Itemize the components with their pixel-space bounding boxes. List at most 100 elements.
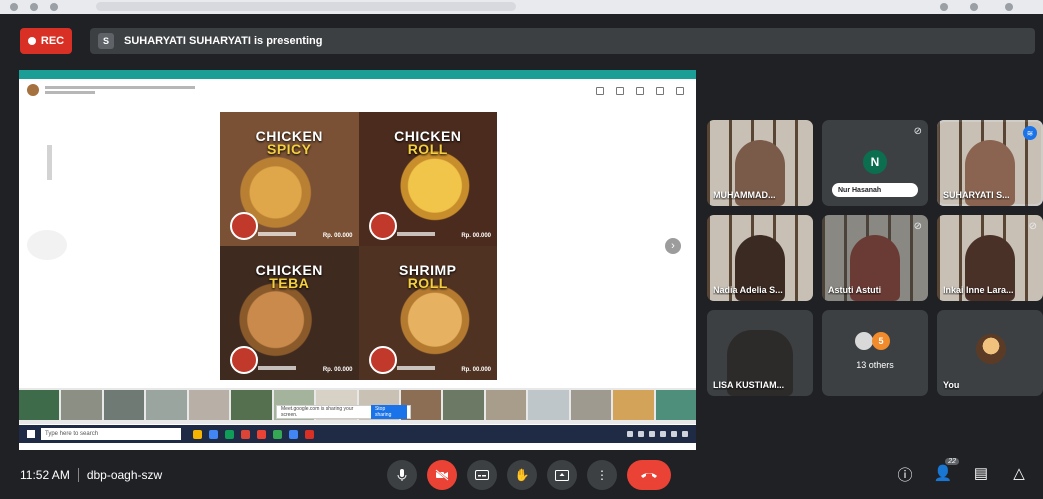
- taskbar-apps: [193, 429, 314, 439]
- blurred-element: [27, 230, 67, 260]
- brand-badge-icon: [230, 212, 258, 240]
- meeting-top-bar: REC S SUHARYATI SUHARYATI is presenting: [0, 20, 1043, 62]
- thumbnail[interactable]: [528, 390, 569, 420]
- thumbnail[interactable]: [570, 390, 612, 420]
- app-icon[interactable]: [305, 429, 314, 439]
- sender-info: [45, 84, 195, 96]
- menu-item-subtitle: ROLL: [407, 275, 448, 291]
- file-explorer-icon[interactable]: [193, 429, 202, 439]
- notification-icon[interactable]: [682, 431, 688, 437]
- participant-name: MUHAMMAD...: [713, 190, 776, 200]
- viewer-toolbar: [596, 87, 684, 95]
- presenting-text: SUHARYATI SUHARYATI is presenting: [124, 35, 323, 47]
- app-icon[interactable]: [289, 429, 298, 439]
- store-icon[interactable]: [225, 429, 234, 439]
- chrome-icon[interactable]: [257, 429, 266, 439]
- browser-reload-icon[interactable]: [50, 3, 58, 11]
- call-controls: ✋ ⋮: [387, 460, 671, 490]
- activities-icon[interactable]: △: [1009, 464, 1029, 485]
- network-icon[interactable]: [638, 431, 644, 437]
- microphone-icon[interactable]: [387, 460, 417, 490]
- star-icon[interactable]: [616, 87, 624, 95]
- thumbnail[interactable]: [613, 390, 654, 420]
- participant-tile[interactable]: Nadia Adelia S...: [707, 215, 813, 301]
- participant-name: Nur Hasanah: [832, 183, 918, 197]
- volume-icon[interactable]: [649, 431, 655, 437]
- browser-top-strip: [0, 0, 1043, 14]
- end-call-icon[interactable]: [627, 460, 671, 490]
- chat-icon[interactable]: ▤: [971, 464, 991, 485]
- menu-item-price: Rp. 00.000: [461, 367, 491, 373]
- thumbnail[interactable]: [146, 390, 187, 420]
- mic-off-icon: ⊘: [913, 221, 922, 232]
- menu-item-subtitle: ROLL: [407, 141, 448, 157]
- app-icon[interactable]: [241, 429, 250, 439]
- stop-sharing-button[interactable]: Stop sharing: [370, 405, 407, 419]
- screen-share-notice: Meet.google.com is sharing your screen. …: [276, 405, 411, 419]
- shared-doc-header: [19, 79, 696, 101]
- present-screen-icon[interactable]: [547, 460, 577, 490]
- menu-item-tag: [396, 232, 435, 236]
- battery-icon[interactable]: [660, 431, 666, 437]
- app-icon[interactable]: [273, 429, 282, 439]
- shared-window-titlebar: [19, 70, 696, 79]
- participant-name: You: [943, 380, 960, 390]
- recording-label: REC: [40, 35, 65, 47]
- camera-off-icon[interactable]: [427, 460, 457, 490]
- presenting-banner: S SUHARYATI SUHARYATI is presenting: [90, 28, 1035, 54]
- raise-hand-icon[interactable]: ✋: [507, 460, 537, 490]
- participant-tile[interactable]: ⊘ Astuti Astuti: [822, 215, 928, 301]
- menu-item-price: Rp. 00.000: [322, 367, 353, 373]
- menu-item-price: Rp. 00.000: [322, 233, 353, 239]
- profile-icon[interactable]: [1005, 3, 1013, 11]
- thumbnail[interactable]: [103, 390, 145, 420]
- thumbnail[interactable]: [188, 390, 230, 420]
- participant-name: 13 others: [856, 360, 894, 370]
- close-icon[interactable]: [676, 87, 684, 95]
- menu-item-card: CHICKEN ROLL Rp. 00.000: [358, 112, 497, 246]
- self-avatar: [976, 334, 1006, 364]
- participant-tile[interactable]: ≋ SUHARYATI S...: [937, 120, 1043, 206]
- menu-item-card: CHICKEN SPICY Rp. 00.000: [220, 112, 359, 246]
- participant-tile[interactable]: 5 13 others: [822, 310, 928, 396]
- thumbnail[interactable]: [231, 390, 272, 420]
- print-icon[interactable]: [596, 87, 604, 95]
- extension-icon[interactable]: [970, 3, 978, 11]
- brand-badge-icon: [230, 346, 258, 374]
- brand-badge-icon: [368, 346, 397, 374]
- menu-item-price: Rp. 00.000: [461, 233, 491, 239]
- browser-back-icon[interactable]: [10, 3, 18, 11]
- thumbnail[interactable]: [655, 390, 696, 420]
- participant-tile[interactable]: LISA KUSTIAM...: [707, 310, 813, 396]
- download-icon[interactable]: [656, 87, 664, 95]
- windows-start-icon[interactable]: [27, 430, 35, 438]
- screen-share-notice-text: Meet.google.com is sharing your screen.: [281, 406, 354, 418]
- meeting-time: 11:52 AM: [20, 468, 70, 482]
- edge-icon[interactable]: [209, 429, 218, 439]
- address-bar[interactable]: [96, 2, 516, 11]
- browser-forward-icon[interactable]: [30, 3, 38, 11]
- people-icon[interactable]: 👤 22: [933, 458, 959, 485]
- thumbnail[interactable]: [61, 390, 102, 420]
- weather-icon[interactable]: [627, 431, 633, 437]
- info-icon[interactable]: ⓘ: [895, 464, 915, 485]
- participant-tile[interactable]: ⊘ N Nur Hasanah: [822, 120, 928, 206]
- taskbar-search-input[interactable]: Type here to search: [41, 428, 181, 440]
- next-image-button[interactable]: ›: [665, 238, 681, 254]
- menu-poster: CHICKEN SPICY Rp. 00.000 CHICKEN ROLL Rp. …: [220, 112, 497, 380]
- self-tile[interactable]: You: [937, 310, 1043, 396]
- thumbnail[interactable]: [19, 390, 60, 420]
- extension-icon[interactable]: [940, 3, 948, 11]
- participant-tile[interactable]: MUHAMMAD...: [707, 120, 813, 206]
- share-icon[interactable]: [636, 87, 644, 95]
- clock-icon[interactable]: [671, 431, 677, 437]
- participant-tile[interactable]: ⊘ Inkai Inne Lara...: [937, 215, 1043, 301]
- more-options-icon[interactable]: ⋮: [587, 460, 617, 490]
- captions-icon[interactable]: [467, 460, 497, 490]
- windows-taskbar: Type here to search: [19, 425, 696, 443]
- menu-item-card: SHRIMP ROLL Rp. 00.000: [358, 246, 497, 380]
- recording-indicator[interactable]: REC: [20, 28, 72, 54]
- thumbnail[interactable]: [443, 390, 484, 420]
- participant-avatar: N: [863, 150, 887, 174]
- thumbnail[interactable]: [485, 390, 527, 420]
